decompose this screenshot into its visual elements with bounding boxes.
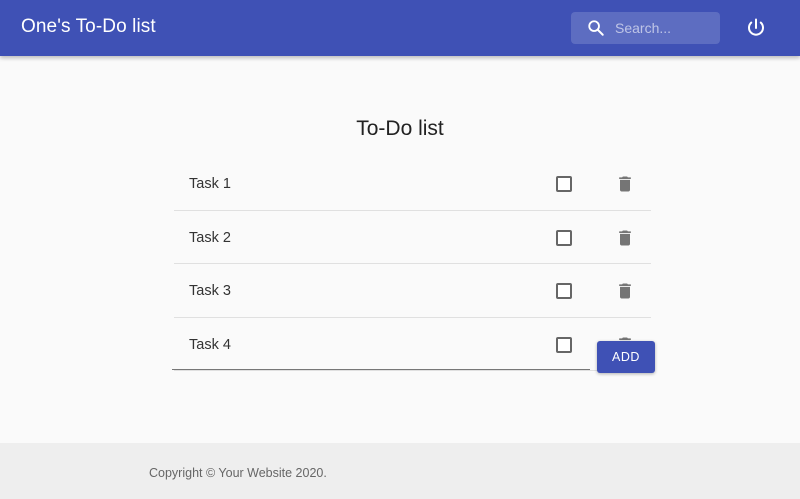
page-title: To-Do list bbox=[356, 117, 444, 140]
task-checkbox[interactable] bbox=[556, 229, 572, 246]
power-icon bbox=[744, 18, 768, 44]
task-label: Task 1 bbox=[189, 176, 231, 192]
task-checkbox[interactable] bbox=[556, 176, 572, 192]
task-row: Task 3 bbox=[174, 264, 651, 318]
search-icon bbox=[587, 19, 605, 37]
trash-icon bbox=[615, 176, 635, 198]
trash-icon bbox=[615, 283, 635, 305]
delete-task-button[interactable] bbox=[615, 174, 635, 194]
delete-task-button[interactable] bbox=[615, 281, 635, 301]
search-input[interactable] bbox=[615, 12, 715, 44]
task-row: Task 2 bbox=[174, 211, 651, 264]
app-bar: One's To-Do list bbox=[0, 0, 800, 56]
new-task-input[interactable] bbox=[172, 340, 590, 370]
task-row: Task 1 bbox=[174, 157, 651, 211]
search-box[interactable] bbox=[571, 12, 720, 44]
footer: Copyright © Your Website 2020. bbox=[0, 443, 800, 499]
app-title: One's To-Do list bbox=[21, 16, 156, 37]
task-label: Task 3 bbox=[189, 283, 231, 299]
main-content: To-Do list Task 1 Task 2 Task 3 Task 4 bbox=[0, 56, 800, 443]
task-list: Task 1 Task 2 Task 3 Task 4 bbox=[174, 157, 651, 371]
trash-icon bbox=[615, 230, 635, 252]
copyright-text: Copyright © Your Website 2020. bbox=[149, 466, 327, 480]
logout-button[interactable] bbox=[744, 16, 768, 40]
add-task-button[interactable]: ADD bbox=[597, 341, 655, 373]
task-checkbox[interactable] bbox=[556, 283, 572, 299]
delete-task-button[interactable] bbox=[615, 228, 635, 248]
task-label: Task 2 bbox=[189, 229, 231, 246]
